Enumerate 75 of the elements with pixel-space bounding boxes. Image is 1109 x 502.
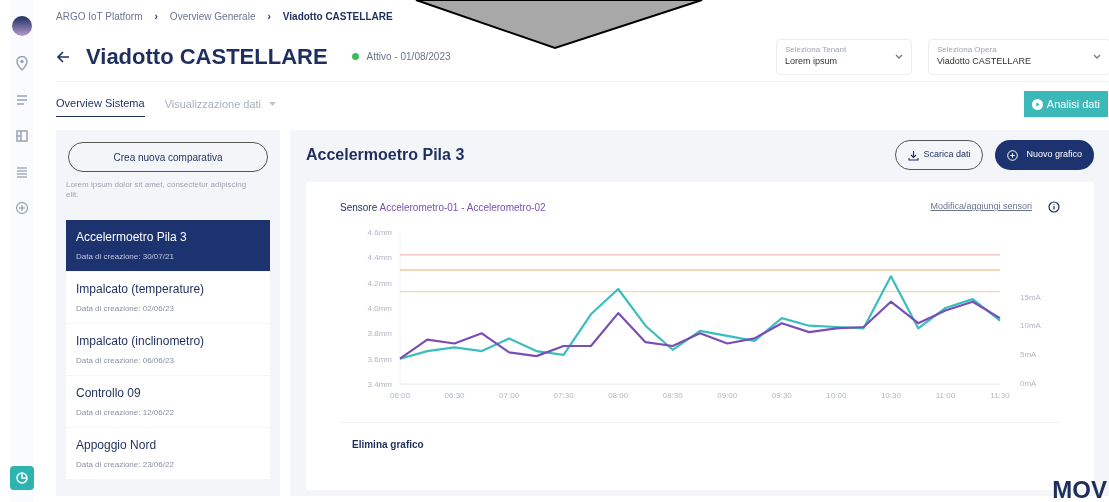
y-tick-label: 4.4mm: [367, 253, 392, 263]
select-value: Viadotto CASTELLARE: [937, 54, 1032, 68]
delete-chart-link[interactable]: Elimina grafico: [352, 437, 424, 452]
x-tick-label: 06:00: [390, 391, 410, 400]
y-tick-label: 4.6mm: [367, 228, 392, 237]
comparison-item[interactable]: Impalcato (temperature) Data di creazione: 02/06/23: [66, 272, 270, 323]
info-icon[interactable]: [1048, 201, 1060, 213]
plus-circle-icon: [14, 200, 30, 216]
chevron-down-icon: [895, 53, 903, 60]
x-tick-label: 09:30: [771, 391, 792, 400]
select-label: Seleziona Tenant: [785, 44, 848, 55]
back-arrow-icon: [56, 49, 70, 64]
play-circle-icon: [1031, 98, 1043, 110]
hint-text: Lorem ipsum dolor sit amet, consectetur adipiscing elit.: [66, 180, 248, 200]
x-tick-label: 10:30: [880, 391, 901, 400]
select-value: Lorem ipsum: [785, 54, 839, 68]
comparison-item[interactable]: Impalcato (inclinometro) Data di creazione: 06/06/23: [66, 324, 270, 375]
comparison-name: Controllo 09: [76, 385, 142, 402]
layout-icon: [14, 128, 30, 144]
select-field[interactable]: Seleziona Tenant Lorem ipsum: [776, 38, 912, 75]
x-tick-label: 11:30: [990, 391, 1010, 400]
breadcrumb-link[interactable]: Overview Generale: [169, 8, 256, 24]
select-label: Seleziona Opera: [937, 44, 998, 55]
corner-logo-text: MOV: [1052, 478, 1107, 502]
creation-date: Data di creazione: 02/06/23: [76, 303, 175, 315]
y-tick-label: 4.0mm: [367, 304, 392, 313]
comparison-name: Appoggio Nord: [76, 437, 158, 454]
list-icon: [14, 164, 30, 180]
creation-date: Data di creazione: 12/06/22: [76, 407, 175, 419]
map-pin-icon: [14, 56, 30, 72]
edit-sensors-link[interactable]: Modifica/aggiungi sensori: [930, 200, 1032, 214]
page-title: Viadotto CASTELLARE: [86, 43, 328, 71]
chevron-icon: ›: [154, 8, 158, 24]
right-axis-label: 10mA: [1020, 321, 1041, 331]
rail-button[interactable]: [10, 466, 34, 490]
plus-circle-icon: [1007, 149, 1019, 161]
x-tick-label: 09:00: [717, 391, 738, 400]
y-tick-label: 3.6mm: [367, 354, 392, 364]
panel-title: Accelermoetro Pila 3: [306, 145, 465, 165]
status-text: Attivo - 01/08/2023: [366, 50, 451, 64]
chevron-down-icon: [1093, 53, 1101, 60]
pie-chart-icon: [14, 470, 30, 486]
creation-date: Data di creazione: 30/07/21: [76, 251, 175, 263]
x-tick-label: 11:00: [935, 391, 956, 400]
right-axis-label: 0mA: [1020, 379, 1037, 388]
chevron-icon: ›: [267, 8, 271, 24]
select-field[interactable]: Seleziona Opera Viadotto CASTELLARE: [928, 38, 1109, 75]
breadcrumb-link[interactable]: Viadotto CASTELLARE: [282, 8, 393, 24]
comparison-item[interactable]: Appoggio Nord Data di creazione: 23/06/22: [66, 428, 270, 479]
x-tick-label: 08:30: [662, 391, 683, 400]
comparison-item[interactable]: Controllo 09 Data di creazione: 12/06/22: [66, 376, 270, 427]
y-tick-label: 4.2mm: [367, 278, 392, 288]
x-tick-label: 07:30: [553, 391, 574, 400]
sensor-title: Sensore Accelerometro-01 - Accelerometro-02: [340, 200, 546, 215]
right-axis-label: 5mA: [1020, 350, 1037, 360]
creation-date: Data di creazione: 23/06/22: [76, 459, 175, 471]
x-tick-label: 07:00: [499, 391, 520, 400]
y-tick-label: 3.8mm: [367, 329, 392, 339]
right-axis-label: 15mA: [1020, 292, 1041, 302]
avatar[interactable]: [12, 16, 32, 36]
breadcrumb-link[interactable]: ARGO IoT Platform: [56, 8, 143, 24]
new-chart-button[interactable]: Nuovo grafico: [995, 140, 1094, 170]
creation-date: Data di creazione: 06/06/23: [76, 355, 175, 367]
download-icon: [908, 149, 920, 161]
x-tick-label: 08:00: [608, 391, 629, 400]
tab[interactable]: Overview Sistema: [56, 91, 145, 117]
x-tick-label: 06:30: [444, 391, 465, 400]
comparison-name: Impalcato (temperature): [76, 281, 206, 298]
comparison-name: Accelermoetro Pila 3: [76, 229, 188, 246]
back-button[interactable]: [56, 49, 70, 64]
comparison-name: Impalcato (inclinometro): [76, 333, 206, 350]
x-tick-label: 10:00: [826, 391, 847, 400]
y-tick-label: 3.4mm: [367, 380, 392, 389]
comparison-item[interactable]: Accelermoetro Pila 3 Data di creazione: 30/07/21: [66, 220, 270, 271]
menu-icon: [14, 92, 30, 108]
